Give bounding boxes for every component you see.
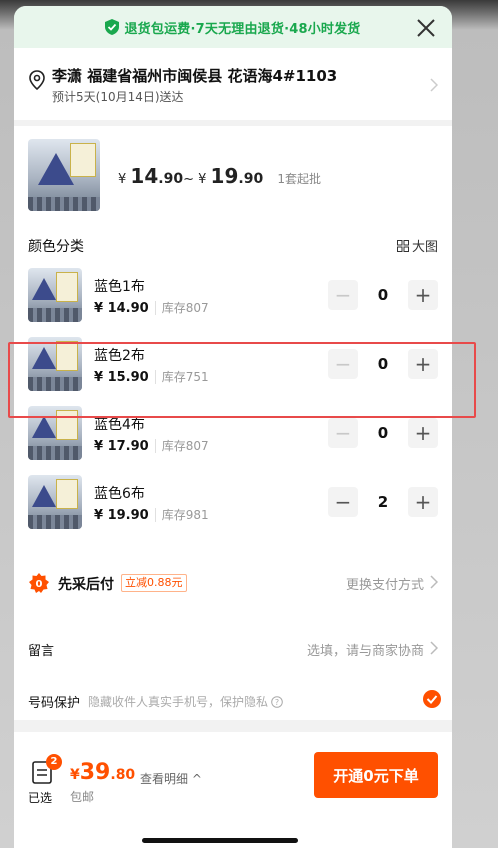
- checkbox-checked-icon[interactable]: [423, 690, 441, 708]
- price-range: ¥ 14.90~ ¥ 19.90 1套起批: [118, 164, 321, 188]
- promo-bar: 退货包运费·7天无理由退货·48小时发货: [14, 6, 452, 48]
- quantity-value[interactable]: 0: [363, 286, 403, 304]
- checkout-bar: 2 已选 ¥39.80 查看明细 ^ 包邮 开通0元下单: [14, 732, 452, 848]
- quantity-stepper: − 2 +: [328, 487, 438, 517]
- quantity-value[interactable]: 0: [363, 424, 403, 442]
- options-card: 留言 选填，请与商家协商 号码保护 隐藏收件人真实手机号，保护隐私 ?: [14, 616, 452, 720]
- variant-row: 蓝色1布 ¥ 14.90 库存807 − 0 +: [28, 266, 438, 324]
- decrease-button[interactable]: −: [328, 418, 358, 448]
- pay-later-logo-icon: 0: [29, 573, 49, 593]
- location-pin-icon: [29, 70, 45, 90]
- pay-later-title: 先采后付: [58, 577, 114, 593]
- variant-price: ¥ 17.90 库存807: [94, 439, 209, 454]
- chevron-right-icon: [430, 78, 438, 92]
- selected-items-button[interactable]: 2 已选: [28, 754, 62, 806]
- number-protection-hint: 隐藏收件人真实手机号，保护隐私 ?: [88, 693, 283, 710]
- message-label: 留言: [28, 644, 55, 659]
- selected-label: 已选: [28, 791, 53, 805]
- selection-highlight: [8, 342, 476, 418]
- variant-name: 蓝色1布: [94, 279, 145, 295]
- selected-count-badge: 2: [46, 754, 62, 770]
- variant-name: 蓝色6布: [94, 486, 145, 502]
- change-payment-link[interactable]: 更换支付方式: [346, 574, 424, 593]
- variant-price: ¥ 19.90 库存981: [94, 508, 209, 523]
- order-sheet: 退货包运费·7天无理由退货·48小时发货 李潇 福建省福州市闽侯县 花语海4#1…: [14, 6, 452, 848]
- quantity-value[interactable]: 2: [363, 493, 403, 511]
- delivery-estimate: 预计5天(10月14日)送达: [52, 90, 184, 104]
- increase-button[interactable]: +: [408, 487, 438, 517]
- decrease-button[interactable]: −: [328, 280, 358, 310]
- increase-button[interactable]: +: [408, 280, 438, 310]
- variant-image[interactable]: [28, 475, 82, 529]
- quantity-stepper: − 0 +: [328, 418, 438, 448]
- big-picture-toggle[interactable]: 大图: [396, 236, 438, 255]
- variant-price: ¥ 14.90 库存807: [94, 301, 209, 316]
- variant-row-selected: 蓝色6布 ¥ 19.90 库存981 − 2 +: [28, 473, 438, 531]
- message-input[interactable]: 选填，请与商家协商: [307, 640, 424, 659]
- svg-text:?: ?: [275, 698, 279, 707]
- close-icon[interactable]: [414, 16, 438, 40]
- increase-button[interactable]: +: [408, 418, 438, 448]
- shield-check-icon: [105, 19, 120, 35]
- number-protection-label: 号码保护: [28, 696, 81, 711]
- help-icon[interactable]: ?: [271, 695, 283, 708]
- decrease-button[interactable]: −: [328, 487, 358, 517]
- chevron-right-icon: [430, 641, 438, 655]
- quantity-stepper: − 0 +: [328, 280, 438, 310]
- moq-label: 1套起批: [277, 172, 321, 186]
- discount-badge: 立减0.88元: [121, 574, 187, 592]
- place-order-button[interactable]: 开通0元下单: [314, 752, 438, 798]
- promo-text: 退货包运费·7天无理由退货·48小时发货: [124, 21, 361, 37]
- payment-card[interactable]: 0 先采后付 立减0.88元 更换支付方式: [14, 556, 452, 608]
- section-title: 颜色分类: [28, 239, 84, 255]
- variant-image[interactable]: [28, 268, 82, 322]
- shipping-label: 包邮: [70, 790, 95, 804]
- address-line: 李潇 福建省福州市闽侯县 花语海4#1103: [52, 67, 338, 85]
- grid-icon: [396, 239, 409, 252]
- svg-text:0: 0: [36, 579, 43, 590]
- chevron-right-icon: [430, 575, 438, 589]
- address-card[interactable]: 李潇 福建省福州市闽侯县 花语海4#1103 预计5天(10月14日)送达: [14, 48, 452, 120]
- home-indicator[interactable]: [142, 838, 298, 843]
- total-price: ¥39.80: [70, 760, 136, 785]
- product-image[interactable]: [28, 139, 100, 211]
- view-details-link[interactable]: 查看明细 ^: [140, 770, 202, 787]
